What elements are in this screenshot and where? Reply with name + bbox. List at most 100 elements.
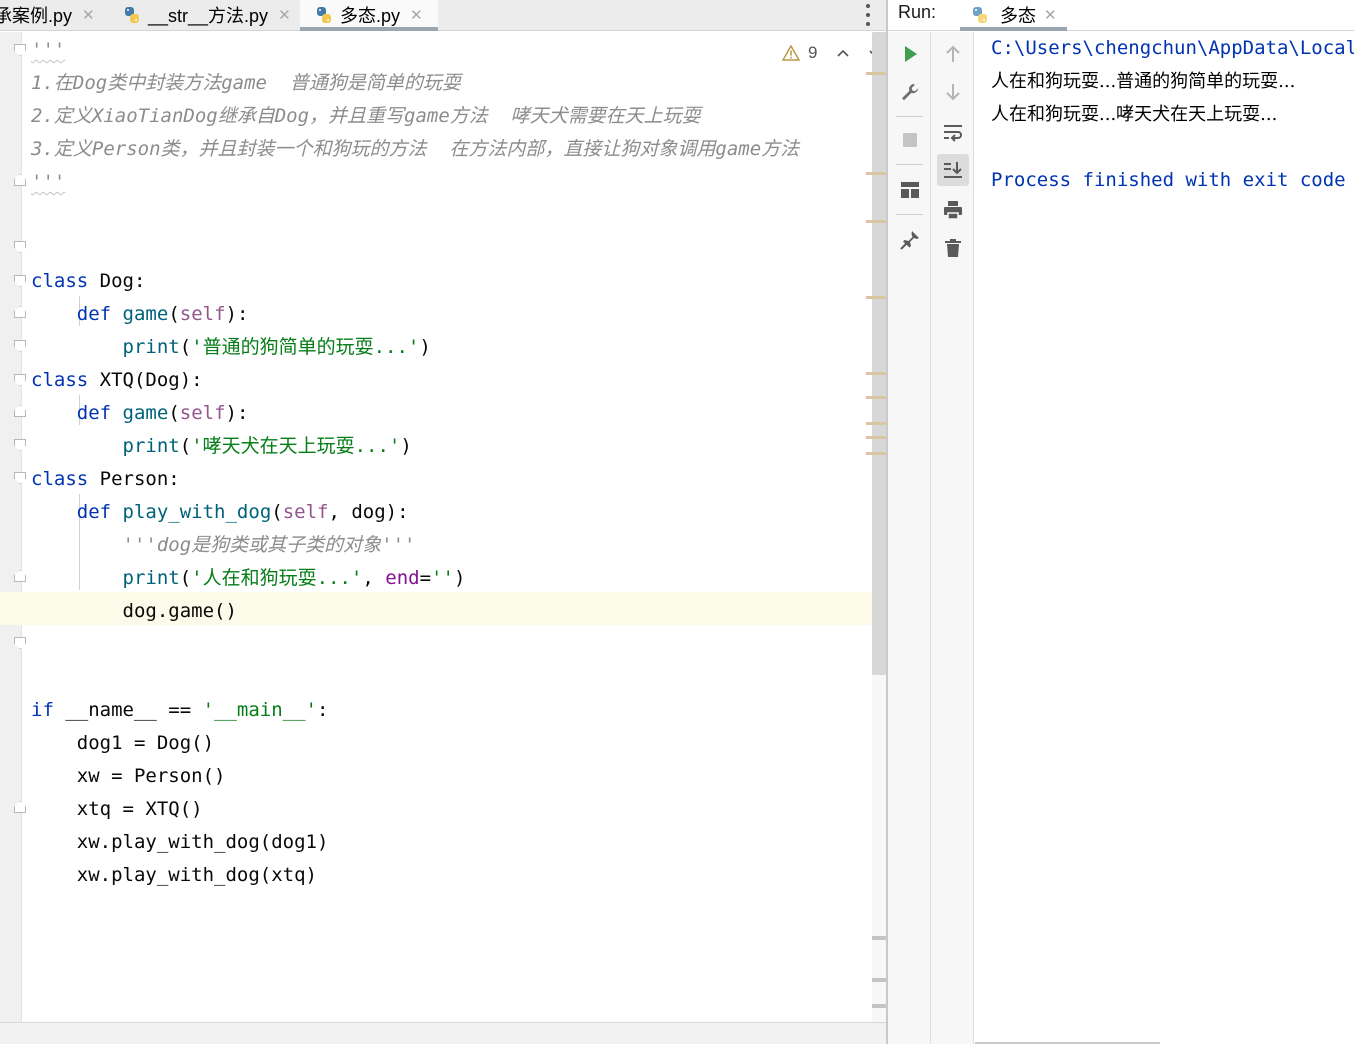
stripe-mark[interactable] [872,978,886,982]
code-token: : [317,699,329,721]
warning-stripe-mark[interactable] [866,372,886,375]
run-title: Run: [898,2,937,22]
toolbar-separator [896,116,923,117]
code-token: game [122,303,169,325]
code-token: game [122,402,169,424]
pin-tab-button[interactable] [894,224,926,256]
code-token: dog.game() [31,600,237,622]
print-button[interactable] [937,194,969,226]
run-tab-polymorphism[interactable]: 多态 ✕ [960,0,1067,31]
stop-icon [903,133,917,147]
more-tabs-icon[interactable] [862,2,874,28]
code-token: ( [179,435,192,457]
code-token: self [179,303,226,325]
code-line: ''' [31,34,799,67]
tab-polymorphism[interactable]: 多态.py ✕ [300,0,438,31]
code-token: 1.在Dog类中封装方法game 普通狗是简单的玩耍 [31,72,461,94]
stripe-mark[interactable] [872,1004,886,1008]
code-line: class Person: [31,463,799,496]
warning-stripe-mark[interactable] [866,396,886,399]
arrow-down-icon [946,84,960,101]
code-token: 3.定义Person类，并且封装一个和狗玩的方法 在方法内部，直接让狗对象调用g… [31,138,800,160]
code-token: XTQ(Dog): [88,369,203,391]
code-lines: ''' 1.在Dog类中封装方法game 普通狗是简单的玩耍 2.定义XiaoTia… [31,34,799,892]
console-line-command: C:\Users\chengchun\AppData\Local [991,37,1354,59]
code-line: class XTQ(Dog): [31,364,799,397]
code-line: 2.定义XiaoTianDog继承自Dog，并且重写game方法 哮天犬需要在天… [31,100,799,133]
code-token: def [76,303,112,325]
code-token: xw.play_with_dog(dog1) [31,831,329,853]
soft-wrap-icon [944,125,962,142]
tab-str-method[interactable]: __str__方法.py ✕ [114,0,301,30]
code-token: ) [453,567,466,589]
tab-label: 多态.py [340,6,401,26]
toolbar-separator [896,164,923,165]
run-console[interactable]: C:\Users\chengchun\AppData\Local 人在和狗玩耍.… [975,32,1354,1044]
soft-wrap-button[interactable] [937,116,969,148]
stripe-mark[interactable] [872,936,886,940]
code-token: '''dog是狗类或其子类的对象''' [122,534,416,556]
run-toolbar-left [888,32,931,1044]
chevron-up-icon[interactable] [835,45,851,61]
clear-all-button[interactable] [937,232,969,264]
restore-layout-button[interactable] [894,174,926,206]
scrollbar-thumb[interactable] [872,32,886,675]
code-token: ( [168,303,180,325]
close-icon[interactable]: ✕ [278,6,291,24]
warning-stripe-mark[interactable] [866,172,886,175]
code-token: self [179,402,226,424]
close-icon[interactable]: ✕ [82,6,95,24]
code-token: = [419,567,432,589]
code-line: xw.play_with_dog(dog1) [31,826,799,859]
code-line: 3.定义Person类，并且封装一个和狗玩的方法 在方法内部，直接让狗对象调用g… [31,133,799,166]
code-editor[interactable]: ''' 1.在Dog类中封装方法game 普通狗是简单的玩耍 2.定义XiaoTia… [0,32,887,1044]
close-icon[interactable]: ✕ [1044,6,1057,24]
python-file-icon [125,7,139,23]
code-line: '''dog是狗类或其子类的对象''' [31,529,799,562]
warning-stripe-mark[interactable] [866,72,886,75]
stop-button[interactable] [894,124,926,156]
code-line: xw.play_with_dog(xtq) [31,859,799,892]
code-token: ''' [31,171,66,193]
code-token: '__main__' [202,699,317,721]
print-icon [944,201,962,220]
warning-stripe-mark[interactable] [866,296,886,299]
horizontal-scrollbar[interactable] [0,1022,887,1044]
inspection-widget[interactable]: 9 [782,42,883,64]
rerun-button[interactable] [894,38,926,70]
code-token: if [31,699,54,721]
code-token: Dog: [88,270,146,292]
close-icon[interactable]: ✕ [410,6,423,24]
code-line: class Dog: [31,265,799,298]
code-token: '普通的狗简单的玩耍...' [191,336,420,358]
code-token: ): [225,402,249,424]
code-token: dog1 = Dog() [31,732,215,754]
code-line: def game(self): [31,298,799,331]
code-token: , dog): [328,501,409,523]
warning-count: 9 [808,43,818,62]
warning-stripe-mark[interactable] [866,452,886,455]
code-line: def play_with_dog(self, dog): [31,496,799,529]
scroll-to-end-button[interactable] [937,154,969,186]
previous-occurrence-button[interactable] [937,38,969,70]
code-token: ): [225,303,249,325]
code-line: xw = Person() [31,760,799,793]
pin-icon [900,231,919,250]
tab-inheritance-example[interactable]: 承案例.py ✕ [0,0,105,30]
warning-stripe-mark[interactable] [866,436,886,439]
warning-stripe-mark[interactable] [866,422,886,425]
code-token: def [76,501,112,523]
code-token: self [282,501,329,523]
wrench-icon [902,84,918,101]
layout-icon [901,182,919,198]
edit-configuration-button[interactable] [894,76,926,108]
warning-triangle-icon [782,45,800,61]
next-occurrence-button[interactable] [937,76,969,108]
warning-stripe-mark[interactable] [866,220,886,223]
console-line-output: 人在和狗玩耍...普通的狗简单的玩耍... [991,71,1296,92]
